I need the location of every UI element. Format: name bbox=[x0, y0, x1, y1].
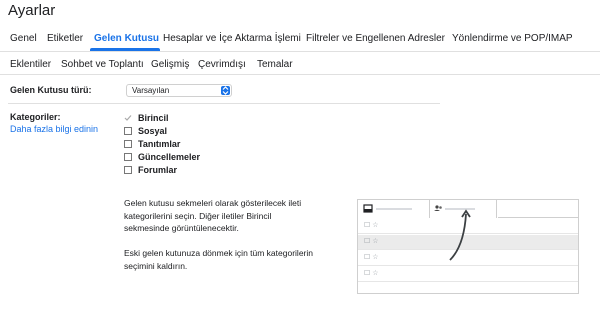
tab-genel[interactable]: Genel bbox=[10, 33, 37, 44]
note-line: Eski gelen kutunuza dönmek için tüm kate… bbox=[124, 248, 313, 258]
description-line: Gelen kutusu sekmeleri olarak gösterilec… bbox=[124, 198, 302, 208]
learn-more-link[interactable]: Daha fazla bilgi edinin bbox=[10, 124, 98, 134]
categories-description: Gelen kutusu sekmeleri olarak gösterilec… bbox=[124, 197, 344, 235]
tab-etiketler[interactable]: Etiketler bbox=[47, 33, 83, 44]
checkmark-icon[interactable] bbox=[124, 114, 132, 122]
tab-yonlendirme[interactable]: Yönlendirme ve POP/IMAP bbox=[452, 33, 573, 44]
category-label: Güncellemeler bbox=[138, 152, 201, 162]
tab-temalar[interactable]: Temalar bbox=[257, 59, 293, 70]
categories-label: Kategoriler: bbox=[10, 112, 61, 122]
settings-tabs-row2: Eklentiler Sohbet ve Toplantı Gelişmiş Ç… bbox=[0, 54, 600, 75]
inbox-type-label: Gelen Kutusu türü: bbox=[10, 85, 92, 95]
description-line: sekmesinde görüntülenecektir. bbox=[124, 223, 239, 233]
active-tab-indicator bbox=[90, 48, 160, 51]
inbox-tabs-preview: ☐☆ ☐☆ ☐☆ ☐☆ bbox=[357, 199, 579, 294]
tab-gelen-kutusu[interactable]: Gelen Kutusu bbox=[94, 33, 159, 44]
category-label: Birincil bbox=[138, 113, 169, 123]
checkbox[interactable] bbox=[124, 127, 132, 135]
inbox-type-select[interactable]: Varsayılan bbox=[126, 84, 232, 97]
category-label: Sosyal bbox=[138, 126, 168, 136]
tab-hesaplar[interactable]: Hesaplar ve İçe Aktarma İşlemi bbox=[163, 33, 301, 44]
tab-filtreler[interactable]: Filtreler ve Engellenen Adresler bbox=[306, 33, 445, 44]
page-title: Ayarlar bbox=[8, 2, 56, 19]
tab-eklentiler[interactable]: Eklentiler bbox=[10, 59, 51, 70]
curved-arrow-icon bbox=[449, 209, 471, 261]
inbox-type-value: Varsayılan bbox=[132, 86, 170, 95]
categories-note: Eski gelen kutunuza dönmek için tüm kate… bbox=[124, 247, 344, 272]
category-label: Tanıtımlar bbox=[138, 139, 181, 149]
category-label: Forumlar bbox=[138, 165, 178, 175]
checkbox[interactable] bbox=[124, 166, 132, 174]
settings-tabs-row1: Genel Etiketler Gelen Kutusu Hesaplar ve… bbox=[0, 28, 600, 52]
description-line: kategorilerini seçin. Diğer iletiler Bir… bbox=[124, 210, 272, 221]
checkbox[interactable] bbox=[124, 153, 132, 161]
tab-sohbet[interactable]: Sohbet ve Toplantı bbox=[61, 59, 144, 70]
note-line: seçimini kaldırın. bbox=[124, 260, 188, 271]
section-divider bbox=[8, 103, 440, 104]
tab-cevrimdisi[interactable]: Çevrimdışı bbox=[198, 59, 246, 70]
checkbox[interactable] bbox=[124, 140, 132, 148]
tab-gelismis[interactable]: Gelişmiş bbox=[151, 59, 189, 70]
chevron-updown-icon bbox=[221, 86, 230, 95]
